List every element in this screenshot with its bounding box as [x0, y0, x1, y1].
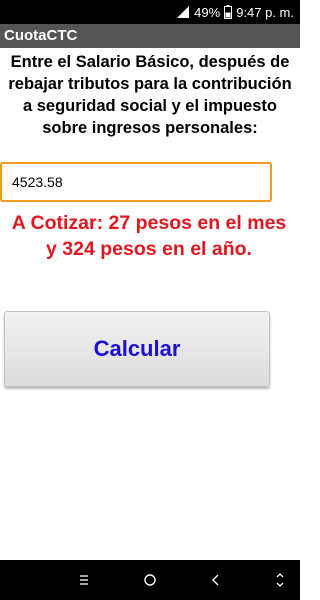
app-title: CuotaCTC [4, 27, 78, 44]
status-icons: 49% 9:47 p. m. [176, 0, 294, 24]
recents-button[interactable] [64, 560, 104, 600]
app-screen: 49% 9:47 p. m. CuotaCTC Entre el Salario… [0, 0, 300, 600]
home-icon [144, 574, 156, 586]
result-text: A Cotizar: 27 pesos en el mes y 324 peso… [11, 212, 287, 260]
keyboard-switch-icon [276, 573, 284, 587]
calculate-button-label: Calcular [93, 336, 181, 361]
recents-icon [80, 575, 88, 585]
battery-icon [224, 5, 233, 19]
keyboard-switch-button[interactable] [260, 560, 300, 600]
signal-icon [176, 5, 190, 19]
battery-percent: 49% [194, 4, 221, 20]
back-icon [212, 574, 219, 586]
status-bar: 49% 9:47 p. m. [0, 0, 300, 24]
navigation-bar [0, 560, 300, 600]
app-title-bar: CuotaCTC [0, 24, 300, 48]
instructions-label: Entre el Salario Básico, después de reba… [8, 53, 292, 137]
home-button[interactable] [130, 560, 170, 600]
back-button[interactable] [196, 560, 236, 600]
salary-input[interactable] [0, 162, 272, 202]
clock: 9:47 p. m. [236, 4, 294, 20]
calculate-button[interactable]: Calcular [4, 311, 270, 387]
